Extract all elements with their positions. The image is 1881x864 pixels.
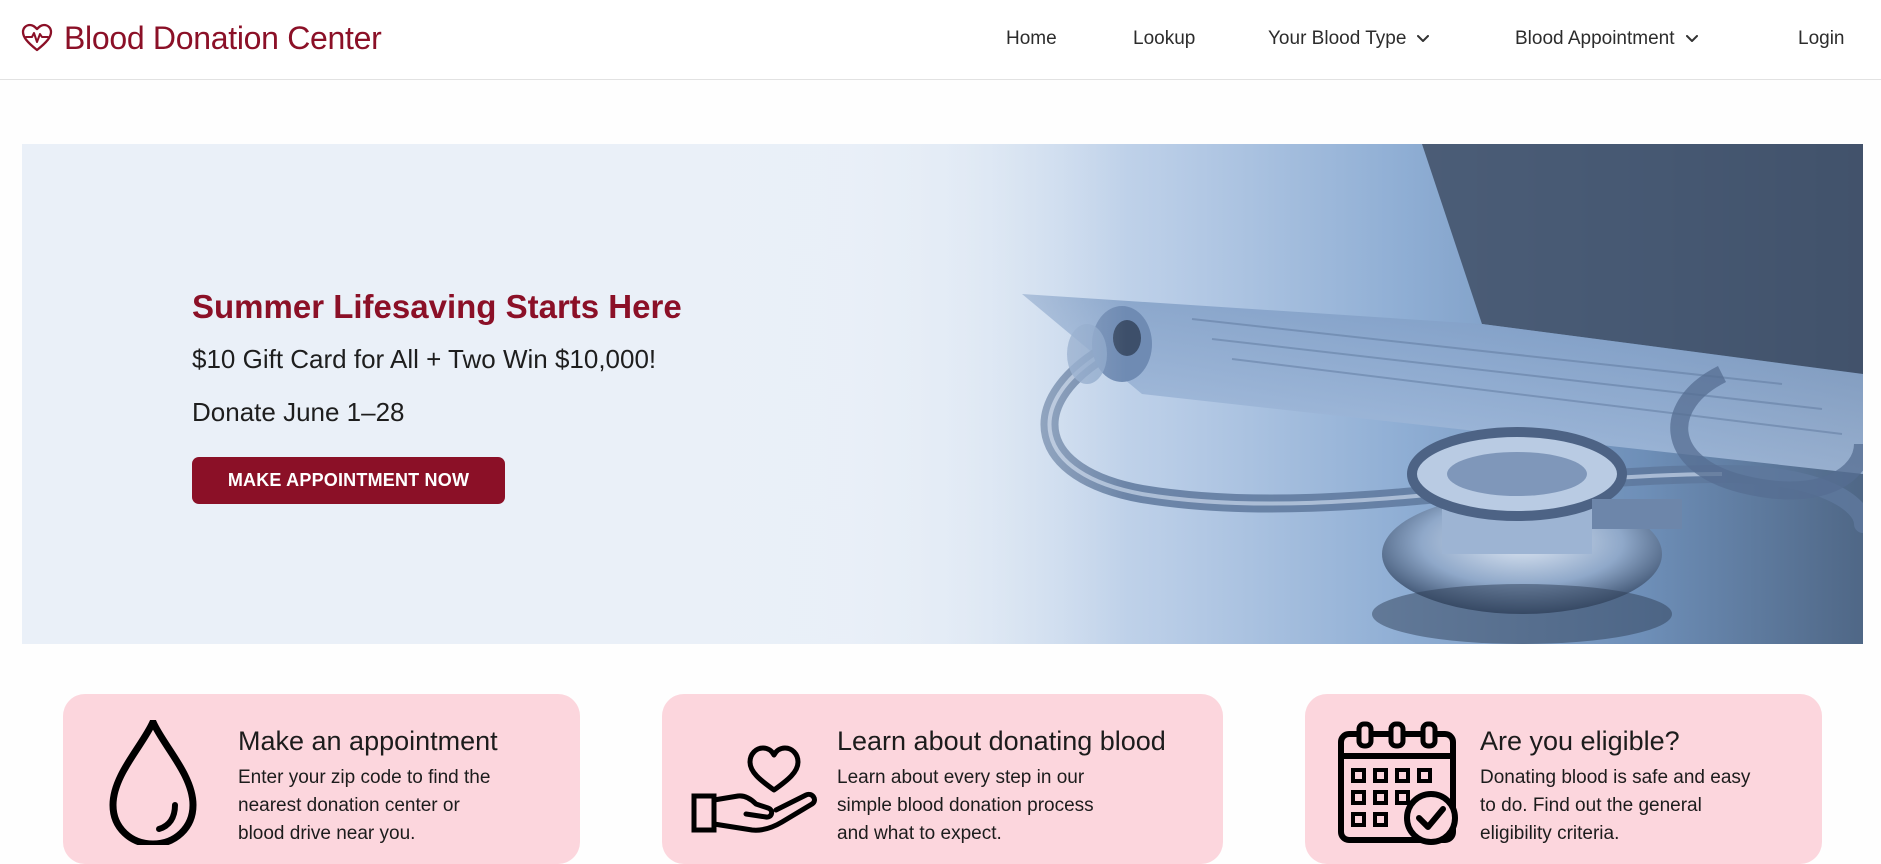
heartbeat-icon <box>20 21 54 55</box>
card-title: Learn about donating blood <box>837 726 1166 756</box>
card-desc-line: nearest donation center or <box>238 795 460 816</box>
calendar-check-icon <box>1337 720 1462 845</box>
nav-lookup-label: Lookup <box>1133 28 1196 49</box>
hero-text: Summer Lifesaving Starts Here $10 Gift C… <box>192 288 682 428</box>
make-appointment-button[interactable]: MAKE APPOINTMENT NOW <box>192 457 505 504</box>
card-desc-line: Enter your zip code to find the <box>238 767 491 788</box>
chevron-down-icon <box>1685 32 1699 46</box>
card-title: Make an appointment <box>238 726 498 756</box>
blood-drop-icon <box>103 718 228 848</box>
nav-lookup[interactable]: Lookup <box>1133 24 1195 54</box>
card-make-appointment[interactable]: Make an appointment Enter your zip code … <box>63 694 580 864</box>
nav-your-blood-type-label: Your Blood Type <box>1268 28 1407 49</box>
card-desc-line: eligibility criteria. <box>1480 823 1620 844</box>
card-desc-line: to do. Find out the general <box>1480 795 1702 816</box>
card-desc-line: Learn about every step in our <box>837 767 1085 788</box>
card-description: Donating blood is safe and easy to do. F… <box>1480 764 1750 848</box>
nav-blood-appointment[interactable]: Blood Appointment <box>1515 24 1699 54</box>
hero-title: Summer Lifesaving Starts Here <box>192 288 682 325</box>
brand-logo-link[interactable]: Blood Donation Center <box>20 18 382 58</box>
brand-title: Blood Donation Center <box>64 19 382 56</box>
card-desc-line: blood drive near you. <box>238 823 416 844</box>
card-title: Are you eligible? <box>1480 726 1680 756</box>
chevron-down-icon <box>1416 32 1430 46</box>
card-description: Learn about every step in our simple blo… <box>837 764 1094 848</box>
card-learn-donating[interactable]: Learn about donating blood Learn about e… <box>662 694 1223 864</box>
nav-login-label: Login <box>1798 28 1845 49</box>
hero-promo-line: $10 Gift Card for All + Two Win $10,000! <box>192 344 657 374</box>
card-desc-line: and what to expect. <box>837 823 1002 844</box>
card-desc-line: Donating blood is safe and easy <box>1480 767 1751 788</box>
nav-home-label: Home <box>1006 28 1057 49</box>
site-header: Blood Donation Center Home Lookup Your B… <box>0 0 1881 80</box>
hero-date-line: Donate June 1–28 <box>192 397 405 427</box>
nav-home[interactable]: Home <box>1006 24 1057 54</box>
card-description: Enter your zip code to find the nearest … <box>238 764 490 848</box>
nav-login[interactable]: Login <box>1798 24 1845 54</box>
hero-banner: Summer Lifesaving Starts Here $10 Gift C… <box>22 144 1863 644</box>
card-desc-line: simple blood donation process <box>837 795 1094 816</box>
card-eligibility[interactable]: Are you eligible? Donating blood is safe… <box>1305 694 1822 864</box>
heart-in-hand-icon <box>690 738 817 863</box>
nav-your-blood-type[interactable]: Your Blood Type <box>1268 24 1430 54</box>
nav-blood-appointment-label: Blood Appointment <box>1515 28 1675 49</box>
